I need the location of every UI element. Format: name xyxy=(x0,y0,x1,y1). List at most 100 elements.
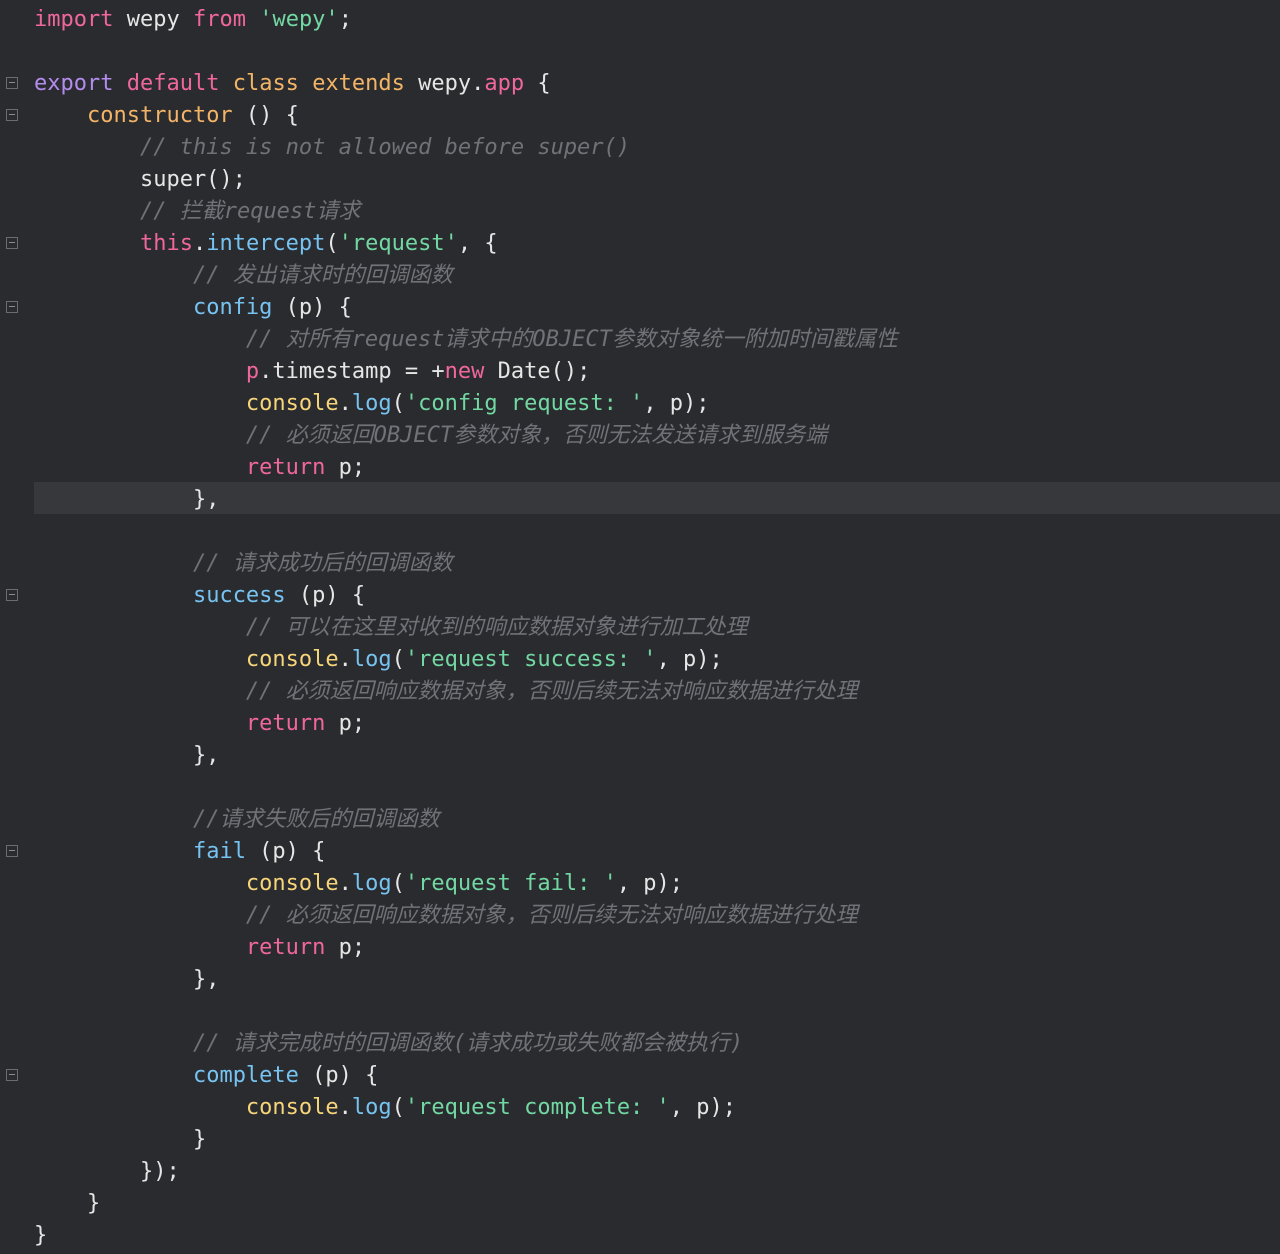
gutter xyxy=(0,546,30,578)
code-line[interactable]: config (p) { xyxy=(0,290,1280,322)
fold-collapse-icon[interactable] xyxy=(6,237,18,249)
code-line[interactable]: fail (p) { xyxy=(0,834,1280,866)
code-token: super(); xyxy=(34,167,246,192)
code-line[interactable]: // 必须返回响应数据对象，否则后续无法对响应数据进行处理 xyxy=(0,674,1280,706)
code-line[interactable]: console.log('request success: ', p); xyxy=(0,642,1280,674)
code-token: . xyxy=(338,1095,352,1120)
code-text: } xyxy=(34,1122,206,1154)
code-token: intercept xyxy=(206,231,326,256)
code-line[interactable]: // 必须返回响应数据对象，否则后续无法对响应数据进行处理 xyxy=(0,898,1280,930)
code-line[interactable]: // 必须返回OBJECT参数对象，否则无法发送请求到服务端 xyxy=(0,418,1280,450)
code-line[interactable]: this.intercept('request', { xyxy=(0,226,1280,258)
code-line[interactable] xyxy=(0,514,1280,546)
code-line[interactable] xyxy=(0,994,1280,1026)
gutter xyxy=(0,450,30,482)
gutter xyxy=(0,898,30,930)
code-line[interactable]: // 可以在这里对收到的响应数据对象进行加工处理 xyxy=(0,610,1280,642)
code-text: this.intercept('request', { xyxy=(34,226,498,258)
code-line[interactable]: return p; xyxy=(0,930,1280,962)
code-token: (p) { xyxy=(272,295,352,320)
fold-collapse-icon[interactable] xyxy=(6,845,18,857)
gutter xyxy=(0,1122,30,1154)
code-line[interactable]: }, xyxy=(0,962,1280,994)
code-line[interactable]: return p; xyxy=(0,706,1280,738)
gutter xyxy=(0,194,30,226)
fold-collapse-icon[interactable] xyxy=(6,109,18,121)
fold-collapse-icon[interactable] xyxy=(6,1069,18,1081)
fold-collapse-icon[interactable] xyxy=(6,301,18,313)
code-text: fail (p) { xyxy=(34,834,325,866)
code-line[interactable]: console.log('request complete: ', p); xyxy=(0,1090,1280,1122)
code-line[interactable]: } xyxy=(0,1218,1280,1250)
code-line[interactable]: //请求失败后的回调函数 xyxy=(0,802,1280,834)
code-line[interactable]: console.log('request fail: ', p); xyxy=(0,866,1280,898)
current-line-highlight xyxy=(34,482,1280,514)
code-line[interactable] xyxy=(0,770,1280,802)
code-token: { xyxy=(524,71,551,96)
code-text: config (p) { xyxy=(34,290,352,322)
code-line[interactable]: // 请求完成时的回调函数(请求成功或失败都会被执行) xyxy=(0,1026,1280,1058)
code-token: wepy xyxy=(113,7,193,32)
code-line[interactable]: constructor () { xyxy=(0,98,1280,130)
code-line[interactable]: // 对所有request请求中的OBJECT参数对象统一附加时间戳属性 xyxy=(0,322,1280,354)
code-text: // 必须返回响应数据对象，否则后续无法对响应数据进行处理 xyxy=(34,674,858,706)
gutter xyxy=(0,354,30,386)
code-token: class xyxy=(232,71,299,96)
code-token: this xyxy=(139,231,193,256)
gutter xyxy=(0,418,30,450)
code-token: // 请求成功后的回调函数 xyxy=(192,551,453,576)
code-token: ( xyxy=(391,391,405,416)
code-line[interactable]: export default class extends wepy.app { xyxy=(0,66,1280,98)
code-token: .timestamp = + xyxy=(259,359,445,384)
code-line[interactable] xyxy=(0,34,1280,66)
code-line[interactable]: // this is not allowed before super() xyxy=(0,130,1280,162)
code-token: 'request complete: ' xyxy=(404,1095,670,1120)
code-line[interactable]: // 发出请求时的回调函数 xyxy=(0,258,1280,290)
code-token: import xyxy=(34,7,114,32)
fold-collapse-icon[interactable] xyxy=(6,77,18,89)
code-editor[interactable]: import wepy from 'wepy'; export default c… xyxy=(0,0,1280,1254)
gutter xyxy=(0,866,30,898)
code-token: // this is not allowed before super() xyxy=(139,135,631,160)
code-token: . xyxy=(338,391,352,416)
code-line[interactable]: super(); xyxy=(0,162,1280,194)
code-token: } xyxy=(34,1223,48,1248)
code-token: p; xyxy=(325,455,366,480)
code-line[interactable]: // 拦截request请求 xyxy=(0,194,1280,226)
code-text: // 请求完成时的回调函数(请求成功或失败都会被执行) xyxy=(34,1026,743,1058)
code-token: console xyxy=(245,391,339,416)
code-line[interactable]: }, xyxy=(0,482,1280,514)
code-line[interactable]: import wepy from 'wepy'; xyxy=(0,2,1280,34)
code-token: p; xyxy=(325,711,366,736)
code-line[interactable]: console.log('config request: ', p); xyxy=(0,386,1280,418)
code-line[interactable]: }); xyxy=(0,1154,1280,1186)
gutter xyxy=(0,2,30,34)
code-text: return p; xyxy=(34,450,365,482)
code-line[interactable]: p.timestamp = +new Date(); xyxy=(0,354,1280,386)
gutter xyxy=(0,994,30,1026)
code-line[interactable]: }, xyxy=(0,738,1280,770)
code-line[interactable]: complete (p) { xyxy=(0,1058,1280,1090)
code-token: constructor xyxy=(86,103,233,128)
code-token: export xyxy=(34,71,114,96)
code-token: , { xyxy=(457,231,498,256)
code-text: }); xyxy=(34,1154,180,1186)
code-line[interactable]: } xyxy=(0,1186,1280,1218)
code-text: success (p) { xyxy=(34,578,365,610)
code-line[interactable]: } xyxy=(0,1122,1280,1154)
code-token: . xyxy=(192,231,207,256)
code-token: p; xyxy=(325,935,366,960)
code-line[interactable]: return p; xyxy=(0,450,1280,482)
code-line[interactable]: // 请求成功后的回调函数 xyxy=(0,546,1280,578)
code-text: import wepy from 'wepy'; xyxy=(34,2,352,34)
code-text: // 拦截request请求 xyxy=(34,194,360,226)
code-token: from xyxy=(192,7,246,32)
code-line[interactable]: success (p) { xyxy=(0,578,1280,610)
fold-collapse-icon[interactable] xyxy=(6,589,18,601)
gutter xyxy=(0,706,30,738)
